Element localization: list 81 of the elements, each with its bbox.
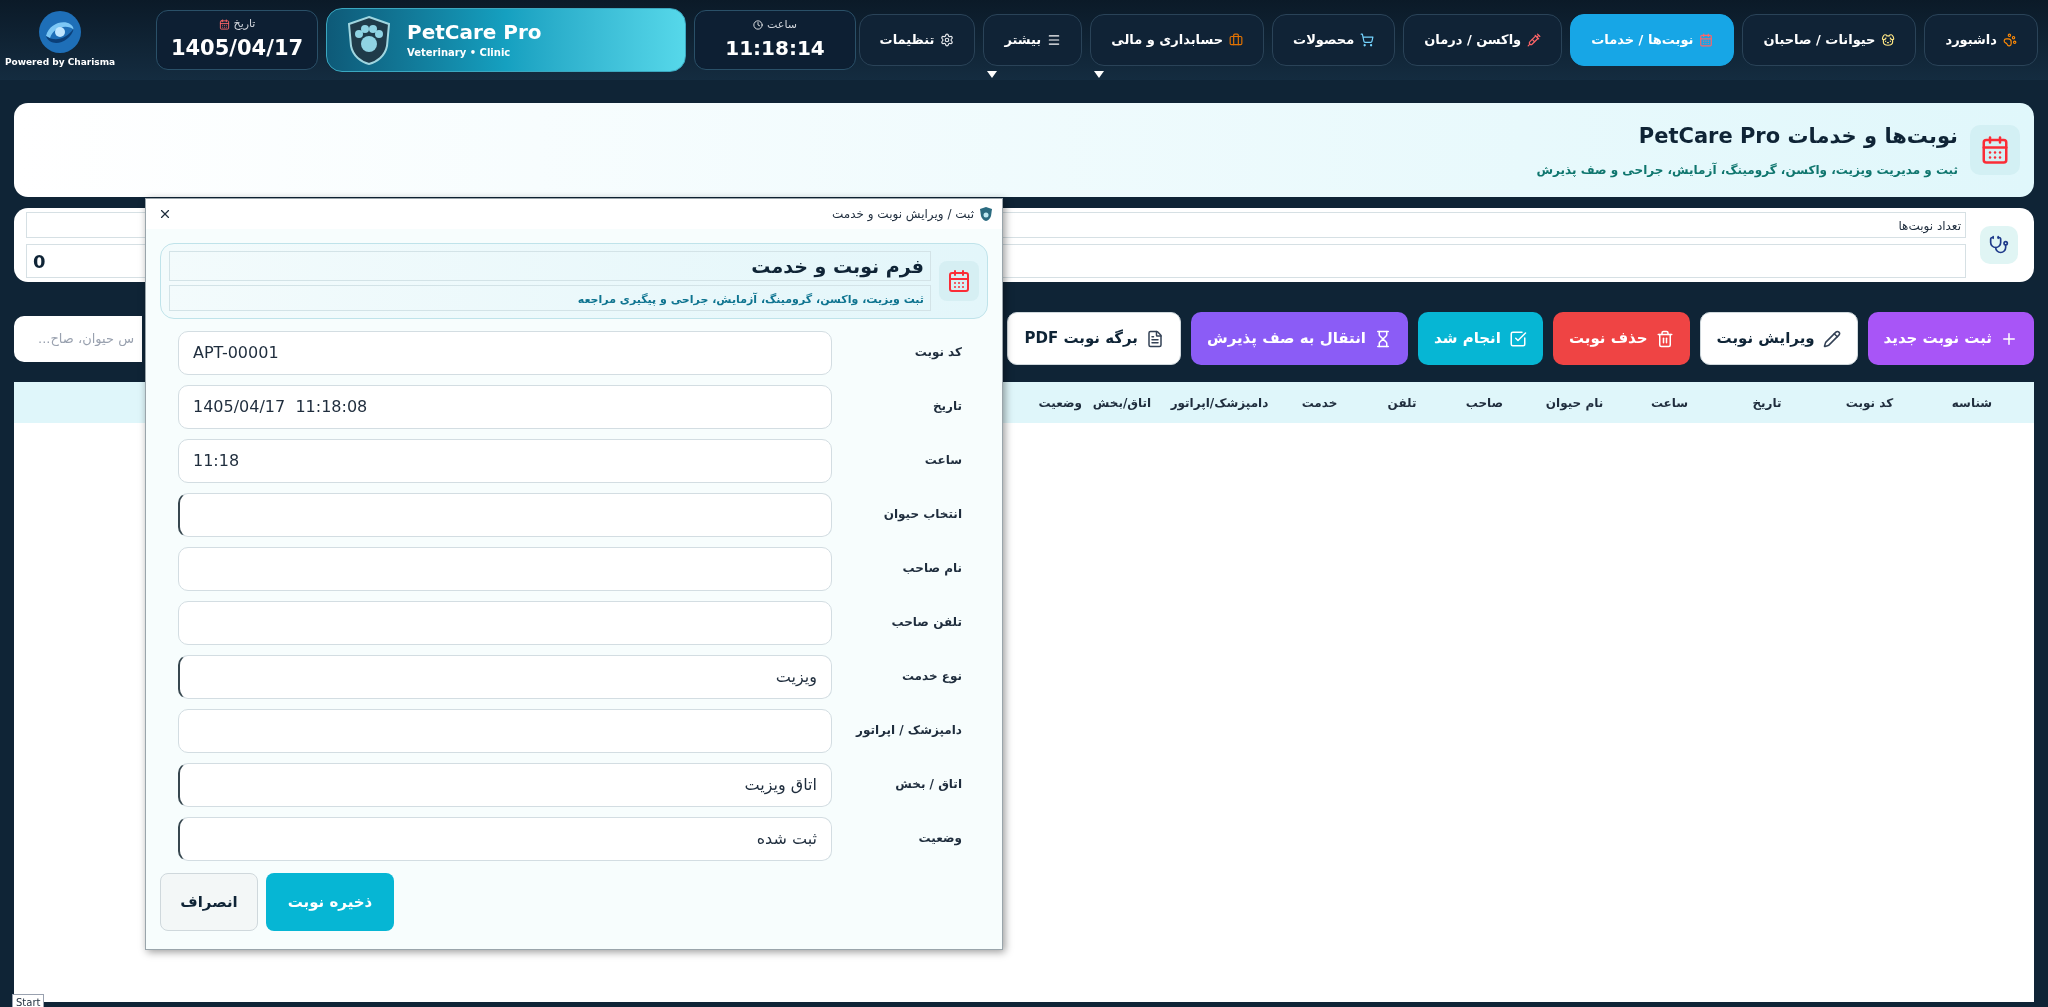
field-label: انتخاب حیوان [882,506,962,523]
dropdown-field[interactable]: اتاق ویزیت [178,763,832,807]
hourglass-icon [1374,329,1392,348]
column-header: نام حیوان [1544,394,1605,412]
pencil-icon [1822,329,1841,348]
nav-tab[interactable]: حیوانات / صاحبان [1742,14,1917,66]
cancel-button[interactable]: انصراف [160,873,258,931]
toolbar-button[interactable]: ثبت نوبت جدید [1867,312,2034,365]
column-header: صاحب [1464,394,1505,412]
column-header: کد نوبت [1844,394,1895,412]
column-header: تلفن [1386,394,1418,412]
column-header: ساعت [1649,394,1690,412]
form-subtitle: ثبت ویزیت، واکسن، گرومینگ، آزمایش، جراحی و پیگیری مراجعه [577,293,924,307]
field-label: دامپزشک / اپراتور [854,722,962,739]
start-tooltip: Start [12,994,45,1007]
column-header: شناسه [1950,394,1994,412]
toolbar-button[interactable]: ویرایش نوبت [1699,312,1858,365]
dropdown-field[interactable]: ویزیت [178,655,832,699]
input-field[interactable]: 1405/04/17 11:18:08 [178,385,832,429]
summary-label: تعداد نوبت‌ها [1898,219,1961,233]
field-label: تاریخ [931,398,962,415]
toolbar-button[interactable]: انتقال به صف پذیرش [1190,312,1408,365]
column-header: تاریخ [1751,394,1783,412]
column-header: وضعیت [1037,394,1082,412]
column-header: خدمت [1300,394,1339,412]
paw-icon [2003,33,2017,47]
date-label: تاریخ [233,16,256,32]
powered-by-text: Powered by Charisma [4,56,116,70]
nav-tab[interactable]: حسابداری و مالی [1090,14,1265,66]
calendar-icon [1699,33,1714,47]
search-field[interactable]: س حیوان، صاح... [14,315,142,362]
field-label: نام صاحب [901,560,962,577]
dog-icon [1881,33,1896,47]
nav-tab[interactable]: واکسن / درمان [1403,14,1563,66]
close-icon [158,207,172,221]
paw-shield-icon [978,206,994,222]
nav-tab[interactable]: بیشتر [983,14,1083,66]
toolbar-button[interactable]: برگه نوبت PDF [1007,312,1181,365]
dialog-title: ثبت / ویرایش نوبت و خدمت [832,206,974,223]
trash-icon [1655,329,1674,348]
time-value: 11:18:14 [725,35,825,63]
clock-icon [753,20,764,30]
input-field[interactable] [178,601,832,645]
calendar-icon [218,18,230,30]
input-field[interactable] [178,709,832,753]
field-label: وضعیت [917,830,962,847]
briefcase-icon [1229,33,1244,47]
field-label: ساعت [923,452,962,469]
time-label: ساعت [767,16,797,33]
nav-tab[interactable]: تنظیمات [858,14,976,66]
check-icon [1508,329,1527,348]
field-label: کد نوبت [913,344,962,361]
date-value: 1405/04/17 [170,34,304,62]
cart-icon [1360,33,1375,47]
app-name: PetCare Pro [407,20,542,45]
input-field[interactable] [178,547,832,591]
calendar-icon [939,261,979,301]
menu-icon [1047,33,1062,47]
document-icon [1145,329,1164,348]
form-title: فرم نوبت و خدمت [751,254,924,277]
calendar-icon [1970,125,2020,175]
page-title: نوبت‌ها و خدمات PetCare Pro [1637,123,1958,151]
syringe-icon [1527,33,1542,47]
toolbar-button[interactable]: حذف نوبت [1552,312,1690,365]
swirl-logo-icon [38,10,82,55]
nav-tab[interactable]: محصولات [1272,14,1396,66]
summary-value: 0 [33,249,46,274]
column-header: دامپزشک/اپراتور [1169,394,1270,412]
nav-tab[interactable]: داشبورد [1924,14,2038,66]
input-field[interactable]: APT-00001 [178,331,832,375]
field-label: تلفن صاحب [890,614,962,631]
column-header: اتاق/بخش [1091,394,1153,412]
page-subtitle: ثبت و مدیریت ویزیت، واکسن، گرومینگ، آزمایش، جراحی و صف پذیرش [1536,161,1958,179]
app-tagline: Veterinary • Clinic [407,46,512,60]
stethoscope-icon [1980,226,2018,264]
dropdown-field[interactable] [178,493,832,537]
input-field[interactable]: 11:18 [178,439,832,483]
field-label: نوع خدمت [900,668,962,685]
dropdown-field[interactable]: ثبت شده [178,817,832,861]
settings-icon [940,33,955,47]
field-label: اتاق / بخش [894,776,962,793]
